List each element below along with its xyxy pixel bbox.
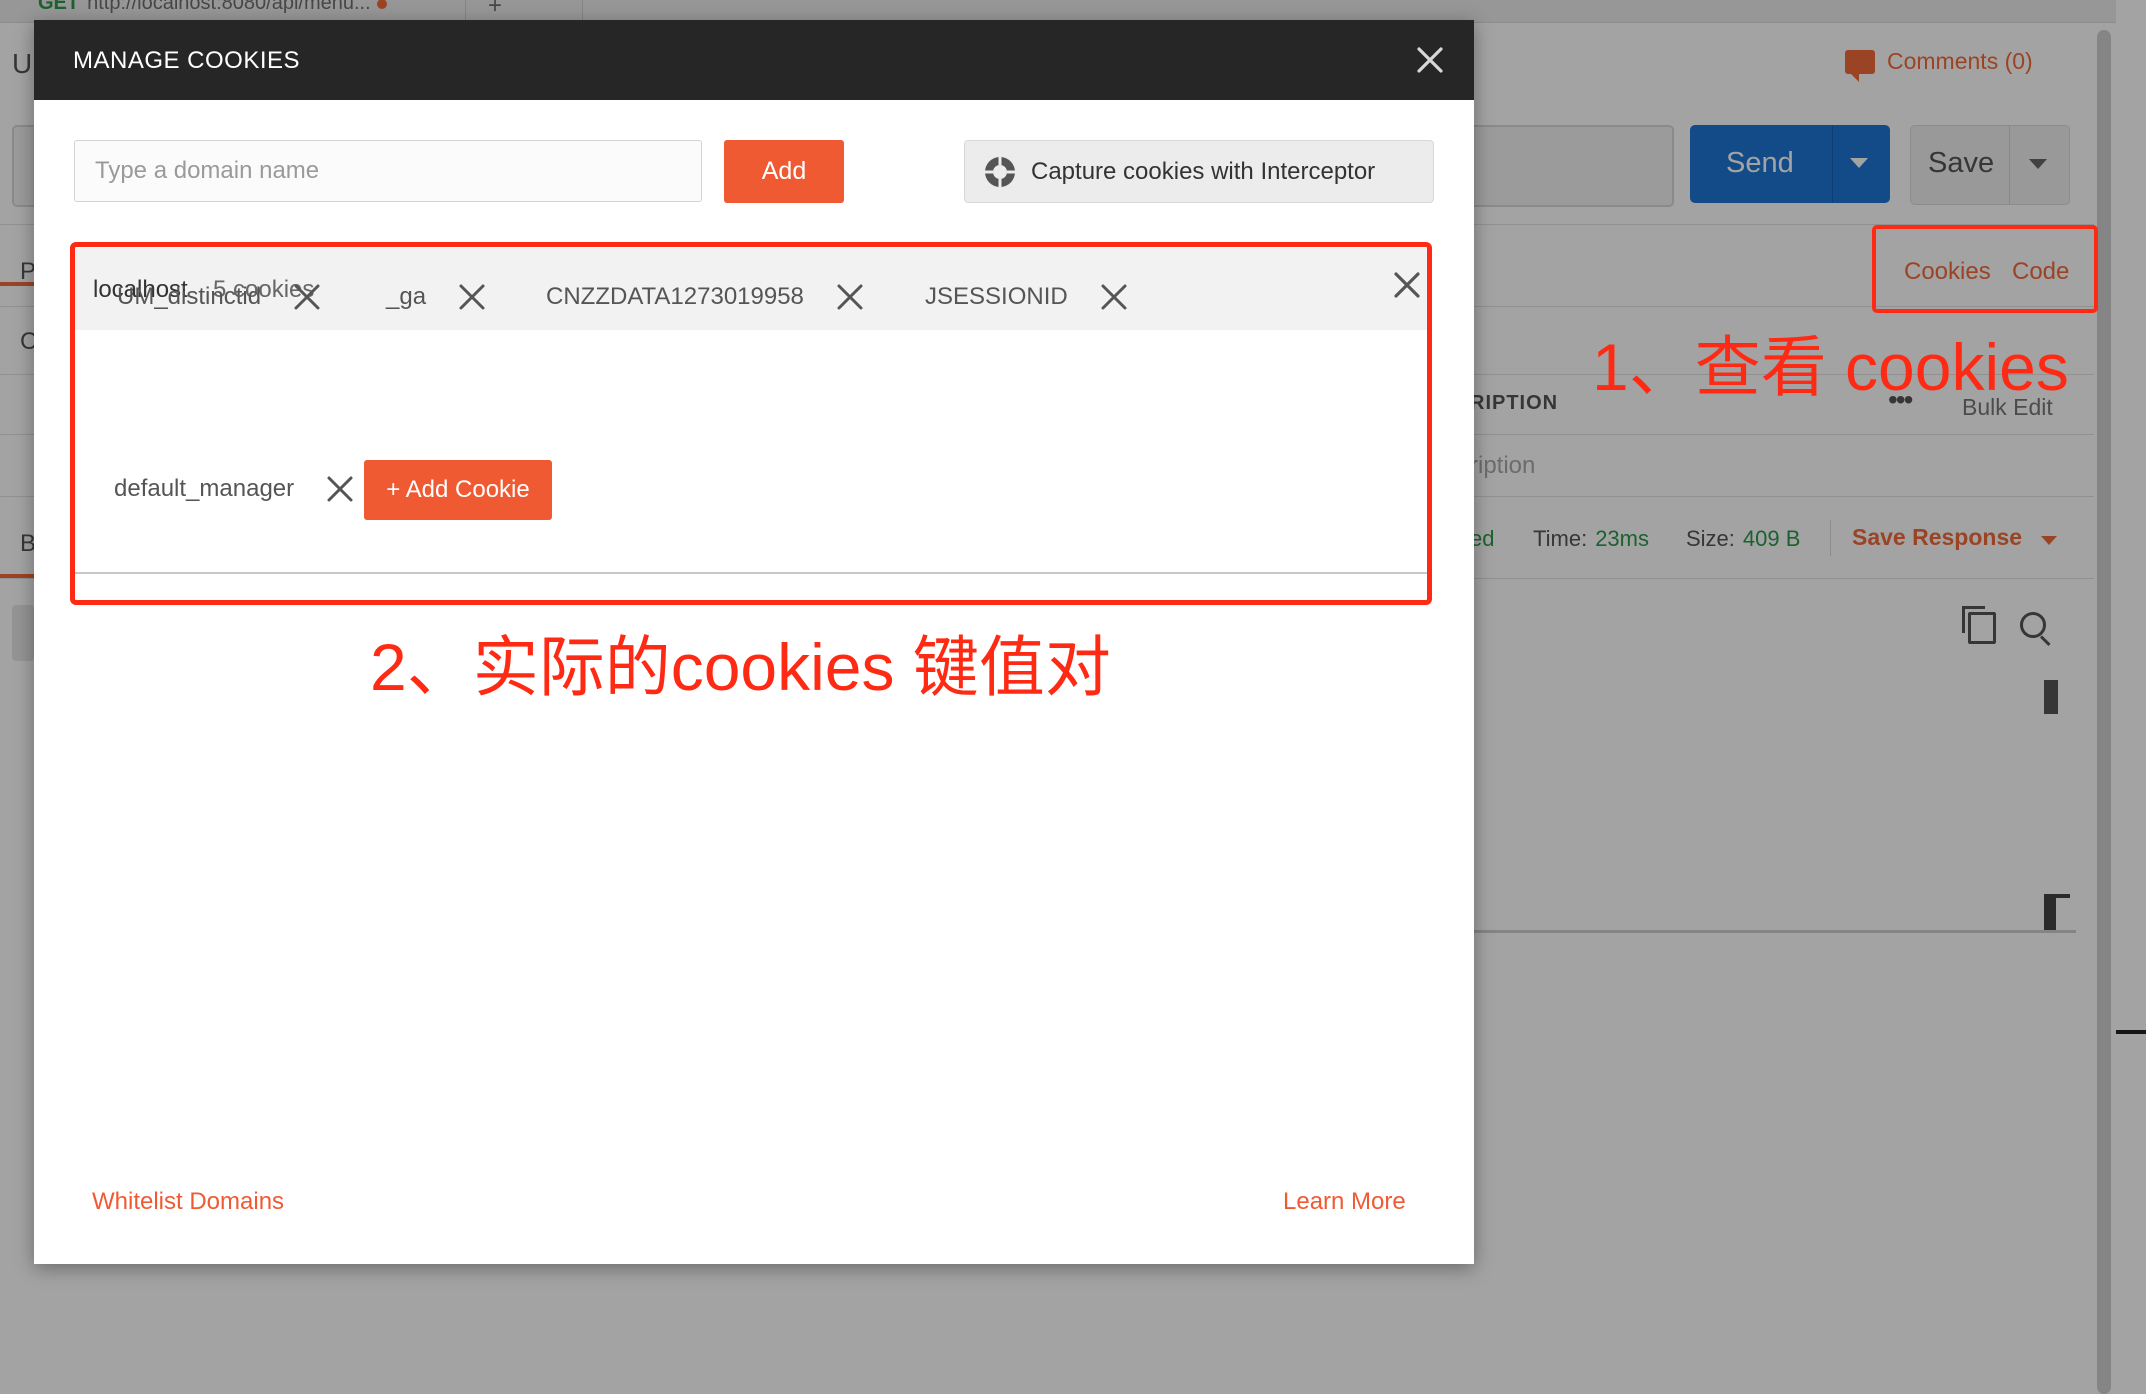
modal-title: MANAGE COOKIES [73,47,301,74]
modal-header: MANAGE COOKIES [34,20,1474,100]
annotation-note-view-cookies: 1、查看 cookies [1592,330,2069,404]
add-domain-button[interactable]: Add [724,140,844,203]
annotation-note-cookie-pairs: 2、实际的cookies 键值对 [370,630,1111,704]
domain-name-input[interactable] [74,140,702,202]
capture-interceptor-button[interactable]: Capture cookies with Interceptor [964,140,1434,203]
learn-more-link[interactable]: Learn More [1283,1188,1406,1216]
capture-interceptor-label: Capture cookies with Interceptor [1031,157,1376,185]
interceptor-icon [983,155,1017,189]
close-icon[interactable] [1412,42,1448,78]
whitelist-domains-link[interactable]: Whitelist Domains [92,1188,284,1216]
annotation-box-cookie-list [70,242,1432,605]
annotation-box-cookies-link [1872,225,2098,313]
